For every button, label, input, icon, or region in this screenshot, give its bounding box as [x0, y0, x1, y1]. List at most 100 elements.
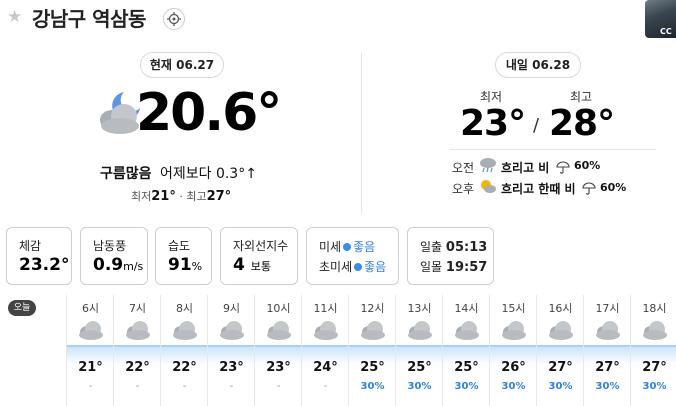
uv-box[interactable]: 자외선지수 4 보통: [220, 227, 298, 285]
am-row: 오전: [452, 159, 474, 176]
current-condition-line: 구름많음 어제보다 0.3°↑: [100, 163, 257, 183]
today-min-max: 최저21° · 최고27°: [131, 188, 231, 204]
humidity-unit: %: [191, 260, 203, 273]
thumbnail-label: CC: [660, 27, 672, 36]
gps-locate-icon[interactable]: [163, 8, 185, 30]
cloud-icon: [125, 320, 151, 344]
max-value: 27°: [206, 189, 232, 204]
cloud-icon: [266, 320, 292, 344]
favorite-star-icon[interactable]: ★: [7, 8, 25, 26]
tomorrow-date-badge: 내일 06.28: [495, 52, 581, 78]
hour-label: 7시: [128, 302, 147, 315]
hour-precip: -: [182, 381, 187, 392]
status-dot: [343, 243, 352, 251]
hour-label: 15시: [501, 302, 526, 315]
hour-precip: 30%: [454, 381, 479, 392]
hour-precip: 30%: [642, 381, 667, 392]
condition-text: 구름많음: [100, 166, 152, 182]
hourly-item: 7시 22° -: [113, 295, 160, 406]
hourly-item: 10시 23° -: [254, 295, 301, 406]
hourly-item: 16시 27° 30%: [536, 295, 583, 406]
hour-temp: 27°: [595, 360, 620, 375]
sunset-row: 일몰 19:57: [420, 258, 487, 275]
hourly-item: 17시 27° 30%: [583, 295, 630, 406]
hour-precip: -: [135, 381, 140, 392]
umbrella-icon: [582, 180, 596, 199]
hour-label: 14시: [454, 302, 479, 315]
humidity-value: 91: [168, 255, 192, 275]
today-tag: 오늘: [8, 300, 36, 316]
feels-like-box[interactable]: 체감 23.2°: [6, 227, 72, 285]
hour-label: 16시: [548, 302, 573, 315]
hour-label: 18시: [642, 302, 667, 315]
pm-label: 오후: [452, 182, 475, 196]
hourly-item: 12시 25° 30%: [348, 295, 395, 406]
dust-box[interactable]: 미세 좋음 초미세 좋음: [306, 227, 399, 285]
wind-label: 남동풍: [93, 239, 127, 253]
sunrise-row: 일출 05:13: [420, 238, 487, 255]
dust-row: 미세 좋음: [319, 238, 375, 255]
am-label: 오전: [452, 161, 475, 175]
hour-precip: -: [323, 381, 328, 392]
hour-label: 12시: [360, 302, 385, 315]
dust-label: 미세: [319, 240, 342, 254]
max-label: 최고: [186, 190, 207, 203]
yesterday-compare: 어제보다 0.3°↑: [159, 166, 257, 182]
fine-dust-label: 초미세: [319, 260, 353, 274]
wind-unit: m/s: [123, 260, 144, 273]
hour-temp: 22°: [125, 360, 150, 375]
fine-dust-row: 초미세 좋음: [319, 258, 386, 275]
hour-temp: 25°: [407, 360, 432, 375]
hour-temp: 23°: [266, 360, 291, 375]
cloud-icon: [407, 320, 433, 344]
hourly-item: 11시 24° -: [301, 295, 348, 406]
hour-label: 8시: [175, 302, 194, 315]
hour-precip: 30%: [501, 381, 526, 392]
hourly-item: 13시 25° 30%: [395, 295, 442, 406]
hourly-item: 6시 21° -: [66, 295, 113, 406]
cloud-icon: [219, 320, 245, 344]
rain-cloud-icon: [479, 157, 497, 177]
hour-precip: -: [229, 381, 234, 392]
uv-desc: 보통: [250, 260, 272, 273]
feels-like-label: 체감: [19, 239, 42, 253]
separator: ·: [179, 190, 183, 203]
hour-label: 11시: [313, 302, 338, 315]
min-value: 21°: [151, 189, 176, 204]
divider: [361, 52, 362, 214]
hour-precip: -: [88, 381, 93, 392]
sun-box[interactable]: 일출 05:13 일몰 19:57: [407, 227, 494, 285]
video-thumbnail[interactable]: CC: [645, 0, 676, 38]
uv-label: 자외선지수: [233, 239, 289, 253]
current-temperature: 20.6°: [136, 83, 282, 143]
am-precip: 60%: [574, 159, 601, 172]
current-date-badge: 현재 06.27: [140, 52, 224, 78]
wind-box[interactable]: 남동풍 0.9m/s: [80, 227, 148, 285]
umbrella-icon: [556, 159, 570, 178]
dust-value: 좋음: [353, 240, 376, 254]
tomorrow-max: 28°: [549, 103, 615, 144]
cloud-icon: [172, 320, 198, 344]
sunrise-label: 일출: [420, 240, 443, 254]
cloud-icon: [78, 320, 104, 344]
cloud-icon: [501, 320, 527, 344]
hourly-item: 18시 27° 30%: [630, 295, 676, 406]
tomorrow-min: 23°: [460, 103, 526, 144]
hour-temp: 25°: [454, 360, 479, 375]
cloud-icon: [595, 320, 621, 344]
humidity-label: 습도: [168, 239, 191, 253]
wind-value: 0.9: [93, 255, 124, 275]
humidity-box[interactable]: 습도 91%: [155, 227, 212, 285]
hour-label: 13시: [407, 302, 432, 315]
hourly-item: 15시 26° 30%: [489, 295, 536, 406]
cloud-icon: [454, 320, 480, 344]
cloud-icon: [360, 320, 386, 344]
pm-desc: 흐리고 한때 비: [501, 182, 576, 196]
hour-precip: 30%: [595, 381, 620, 392]
uv-value: 4: [233, 255, 245, 275]
location-title[interactable]: 강남구 역삼동: [32, 3, 146, 32]
am-desc: 흐리고 비: [501, 161, 550, 175]
sunrise-time: 05:13: [445, 240, 488, 255]
hour-temp: 22°: [172, 360, 197, 375]
hour-label: 6시: [81, 302, 100, 315]
